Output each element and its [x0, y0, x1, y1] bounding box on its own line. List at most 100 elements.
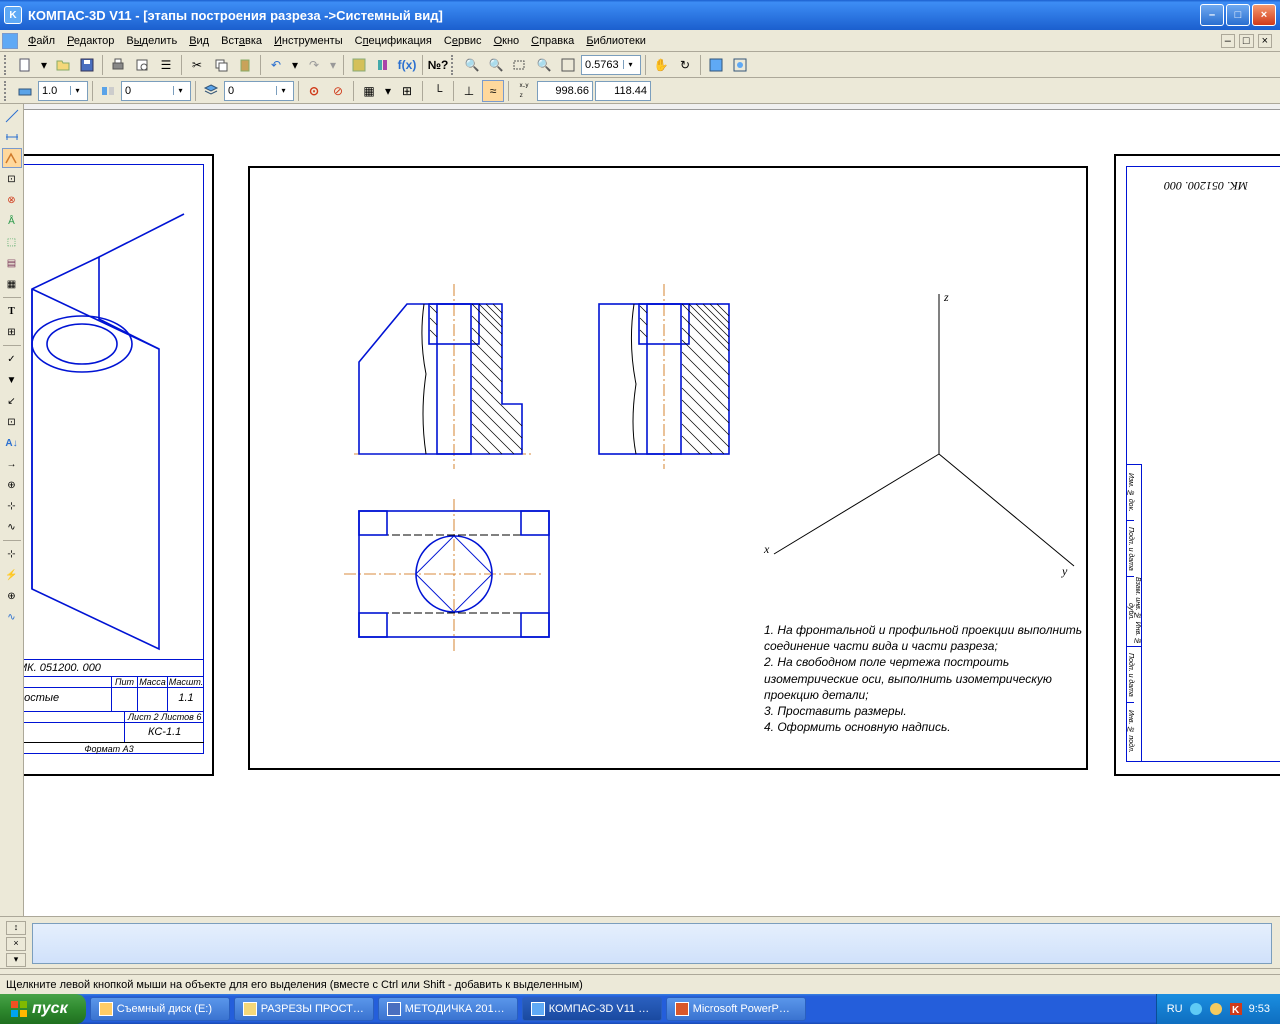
undo-dropdown[interactable]: ▾ — [289, 54, 301, 76]
menu-file[interactable]: Файл — [22, 33, 61, 49]
cut-line-button[interactable]: A↓ — [2, 433, 22, 453]
axis-button-2[interactable]: ⊹ — [2, 496, 22, 516]
cut-button[interactable]: ✂ — [186, 54, 208, 76]
spec-toolset[interactable]: ▤ — [2, 253, 22, 273]
prop-close-button[interactable]: × — [6, 937, 26, 951]
zoom-window-button[interactable] — [509, 54, 531, 76]
copy-button[interactable] — [210, 54, 232, 76]
select-toolset[interactable]: ⬚ — [2, 232, 22, 252]
new-dropdown[interactable]: ▾ — [38, 54, 50, 76]
zoom-in-button[interactable]: 🔍 — [461, 54, 483, 76]
leader-button[interactable]: ↙ — [2, 391, 22, 411]
task-item-active[interactable]: КОМПАС-3D V11 … — [522, 997, 662, 1021]
toolbar-handle-2[interactable] — [451, 55, 457, 75]
help-button[interactable]: №? — [427, 54, 449, 76]
start-button[interactable]: пуск — [0, 994, 86, 1024]
prop-menu-button[interactable]: ▾ — [6, 953, 26, 967]
zoom-out-button[interactable]: 🔍 — [485, 54, 507, 76]
local-cs-button[interactable]: └ — [427, 80, 449, 102]
undo-button[interactable]: ↶ — [265, 54, 287, 76]
arrow-button[interactable]: → — [2, 454, 22, 474]
manager-button[interactable] — [348, 54, 370, 76]
measure-toolset[interactable]: Å — [2, 211, 22, 231]
clock[interactable]: 9:53 — [1249, 1003, 1270, 1015]
autoaxis-button[interactable]: ⊹ — [2, 544, 22, 564]
snap-on-button[interactable]: ⊙ — [303, 80, 325, 102]
wave-button[interactable]: ∿ — [2, 517, 22, 537]
task-item[interactable]: Microsoft PowerP… — [666, 997, 806, 1021]
pan-button[interactable]: ✋ — [650, 54, 672, 76]
geometry-toolset[interactable] — [2, 106, 22, 126]
refresh-button[interactable] — [729, 54, 751, 76]
annotation-toolset[interactable] — [2, 148, 22, 168]
grid-dropdown[interactable]: ▾ — [382, 80, 394, 102]
edit-toolset[interactable]: ⊡ — [2, 169, 22, 189]
tray-icon[interactable] — [1189, 1002, 1203, 1016]
open-button[interactable] — [52, 54, 74, 76]
lang-indicator[interactable]: RU — [1167, 1003, 1183, 1015]
center-button[interactable]: ⊕ — [2, 475, 22, 495]
state-input[interactable]: 0▾ — [121, 81, 191, 101]
redo-dropdown[interactable]: ▾ — [327, 54, 339, 76]
task-item[interactable]: РАЗРЕЗЫ ПРОСТ… — [234, 997, 374, 1021]
mdi-restore[interactable]: □ — [1239, 34, 1254, 48]
close-button[interactable]: × — [1252, 4, 1276, 26]
menu-tools[interactable]: Инструменты — [268, 33, 349, 49]
variables-button[interactable]: f(x) — [396, 54, 418, 76]
paste-button[interactable] — [234, 54, 256, 76]
base-button[interactable]: ▼ — [2, 370, 22, 390]
menu-insert[interactable]: Вставка — [215, 33, 268, 49]
antivirus-icon[interactable]: K — [1229, 1002, 1243, 1016]
grid-setup-button[interactable]: ▦ — [358, 80, 380, 102]
snap-off-button[interactable]: ⊘ — [327, 80, 349, 102]
round-button[interactable]: ≈ — [482, 80, 504, 102]
zoom-prev-button[interactable]: 🔍 — [533, 54, 555, 76]
toolbar-handle-3[interactable] — [4, 81, 10, 101]
table-button[interactable]: ⊞ — [2, 322, 22, 342]
anchor-icon[interactable]: ⊕ — [2, 586, 22, 606]
menu-spec[interactable]: Спецификация — [349, 33, 438, 49]
wave2-button[interactable]: ∿ — [2, 607, 22, 627]
menu-libs[interactable]: Библиотеки — [580, 33, 652, 49]
menu-window[interactable]: Окно — [488, 33, 526, 49]
rough-button[interactable]: ✓ — [2, 349, 22, 369]
task-item[interactable]: МЕТОДИЧКА 201… — [378, 997, 518, 1021]
bolt-icon[interactable]: ⚡ — [2, 565, 22, 585]
new-button[interactable] — [14, 54, 36, 76]
property-panel-body[interactable] — [32, 923, 1272, 964]
minimize-button[interactable]: – — [1200, 4, 1224, 26]
mdi-minimize[interactable]: – — [1221, 34, 1235, 48]
preview-button[interactable] — [131, 54, 153, 76]
menu-view[interactable]: Вид — [183, 33, 215, 49]
library-button[interactable] — [372, 54, 394, 76]
ortho-button[interactable]: ⊥ — [458, 80, 480, 102]
scale-input[interactable]: 1.0▾ — [38, 81, 88, 101]
task-item[interactable]: Съемный диск (E:) — [90, 997, 230, 1021]
zoom-scale-input[interactable]: 0.5763▾ — [581, 55, 641, 75]
report-toolset[interactable]: ▦ — [2, 274, 22, 294]
menu-service[interactable]: Сервис — [438, 33, 488, 49]
layer-input[interactable]: 0▾ — [224, 81, 294, 101]
redraw-button[interactable] — [705, 54, 727, 76]
prop-pin-button[interactable]: ↕ — [6, 921, 26, 935]
menu-editor[interactable]: Редактор — [61, 33, 120, 49]
dimension-toolset[interactable] — [2, 127, 22, 147]
maximize-button[interactable]: □ — [1226, 4, 1250, 26]
rotate-button[interactable]: ↻ — [674, 54, 696, 76]
zoom-fit-button[interactable] — [557, 54, 579, 76]
drawing-canvas[interactable]: МК. 051200. 000 Пит Масса Масшт. ростые … — [24, 104, 1280, 918]
text-button[interactable]: T — [2, 301, 22, 321]
redo-button[interactable]: ↷ — [303, 54, 325, 76]
toolbar-handle[interactable] — [4, 55, 10, 75]
mdi-close[interactable]: × — [1258, 34, 1272, 48]
menu-select[interactable]: Выделить — [120, 33, 183, 49]
properties-button[interactable]: ☰ — [155, 54, 177, 76]
save-button[interactable] — [76, 54, 98, 76]
system-tray[interactable]: RU K 9:53 — [1156, 994, 1280, 1024]
tolerance-button[interactable]: ⊡ — [2, 412, 22, 432]
print-button[interactable] — [107, 54, 129, 76]
menu-help[interactable]: Справка — [525, 33, 580, 49]
tray-icon[interactable] — [1209, 1002, 1223, 1016]
grid-button[interactable]: ⊞ — [396, 80, 418, 102]
param-toolset[interactable]: ⊗ — [2, 190, 22, 210]
